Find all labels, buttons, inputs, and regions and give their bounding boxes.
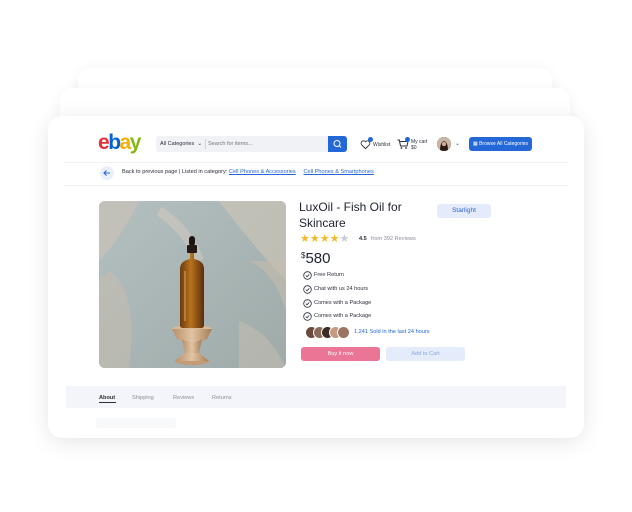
check-circle-icon xyxy=(303,271,312,280)
feature-label: Chat with us 24 hours xyxy=(314,286,369,292)
tab-returns[interactable]: Returns xyxy=(212,395,232,401)
add-to-cart-button[interactable]: Add to Cart xyxy=(386,347,465,361)
active-tab-indicator xyxy=(99,402,116,403)
logo-letter: e xyxy=(98,131,110,154)
check-circle-icon xyxy=(303,312,312,321)
header-divider xyxy=(64,162,568,163)
oil-bottle-photo xyxy=(99,201,286,368)
reviews-count[interactable]: from 392 Reviews xyxy=(371,236,416,242)
product-image[interactable] xyxy=(99,201,286,368)
arrow-left-icon xyxy=(103,170,110,176)
tab-shipping[interactable]: Shipping xyxy=(132,395,154,401)
price: $580 xyxy=(301,250,330,268)
breadcrumb-divider xyxy=(64,185,568,186)
tab-about[interactable]: About xyxy=(99,395,115,401)
header: ebay All Categories⌄ Wishlist xyxy=(48,116,584,162)
search-button[interactable] xyxy=(328,136,347,152)
search-icon xyxy=(333,140,342,148)
browse-all-categories-button[interactable]: ▦ Browse All Categories xyxy=(469,137,532,151)
logo-letter: a xyxy=(119,131,132,154)
back-button[interactable] xyxy=(100,166,114,180)
product-title: LuxOil - Fish Oil for Skincare xyxy=(299,200,402,230)
feature-label: Free Return xyxy=(314,272,344,278)
feature-label: Comes with a Package xyxy=(314,300,372,306)
star-rating-icon: ★★★★★ xyxy=(300,233,350,245)
breadcrumb-link[interactable]: Cell Phones & Smartphones xyxy=(304,169,374,175)
price-amount: 580 xyxy=(305,250,331,267)
sold-count: 1,241 Sold in the last 24 hours xyxy=(354,329,430,335)
avatar[interactable] xyxy=(437,137,451,151)
breadcrumb-prefix: Back to previous page | Listed in catego… xyxy=(122,169,228,175)
rating-value: 4.5 xyxy=(359,236,367,242)
search-divider xyxy=(205,139,206,149)
avatar xyxy=(337,326,350,339)
breadcrumb-link[interactable]: Cell Phones & Accessories xyxy=(229,169,296,175)
chevron-down-icon[interactable]: ⌄ xyxy=(455,140,460,147)
grid-icon: ▦ xyxy=(472,141,478,147)
tab-reviews[interactable]: Reviews xyxy=(173,395,194,401)
check-circle-icon xyxy=(303,285,312,294)
browse-all-categories-label: Browse All Categories xyxy=(479,141,529,147)
logo-letter: y xyxy=(129,131,142,154)
ebay-logo[interactable]: ebay xyxy=(98,131,142,154)
category-select-label: All Categories xyxy=(160,141,195,147)
cart-total: $0 xyxy=(411,145,417,151)
feature-label: Comes with a Package xyxy=(314,313,372,319)
search-input[interactable] xyxy=(208,136,330,152)
cart-text: My cart $0 xyxy=(411,139,427,151)
logo-letter: b xyxy=(108,131,121,154)
price-currency: $ xyxy=(301,251,306,260)
faded-content xyxy=(96,418,176,428)
product-page-window: ebay All Categories⌄ Wishlist xyxy=(48,116,584,438)
breadcrumb: Back to previous page | Listed in catego… xyxy=(122,169,374,175)
search-bar: All Categories ⌄ xyxy=(156,136,347,152)
buy-it-now-button[interactable]: Buy it now xyxy=(301,347,380,361)
category-select[interactable]: All Categories ⌄ xyxy=(160,136,202,152)
product-tabs: About Shipping Reviews Returns xyxy=(66,386,566,408)
product-tag[interactable]: Starlight xyxy=(437,204,491,218)
user-photo-icon xyxy=(437,137,451,151)
check-circle-icon xyxy=(303,299,312,308)
wishlist-label: Wishlist xyxy=(373,142,391,148)
cart-badge xyxy=(405,137,410,142)
chevron-down-icon: ⌄ xyxy=(197,141,203,147)
